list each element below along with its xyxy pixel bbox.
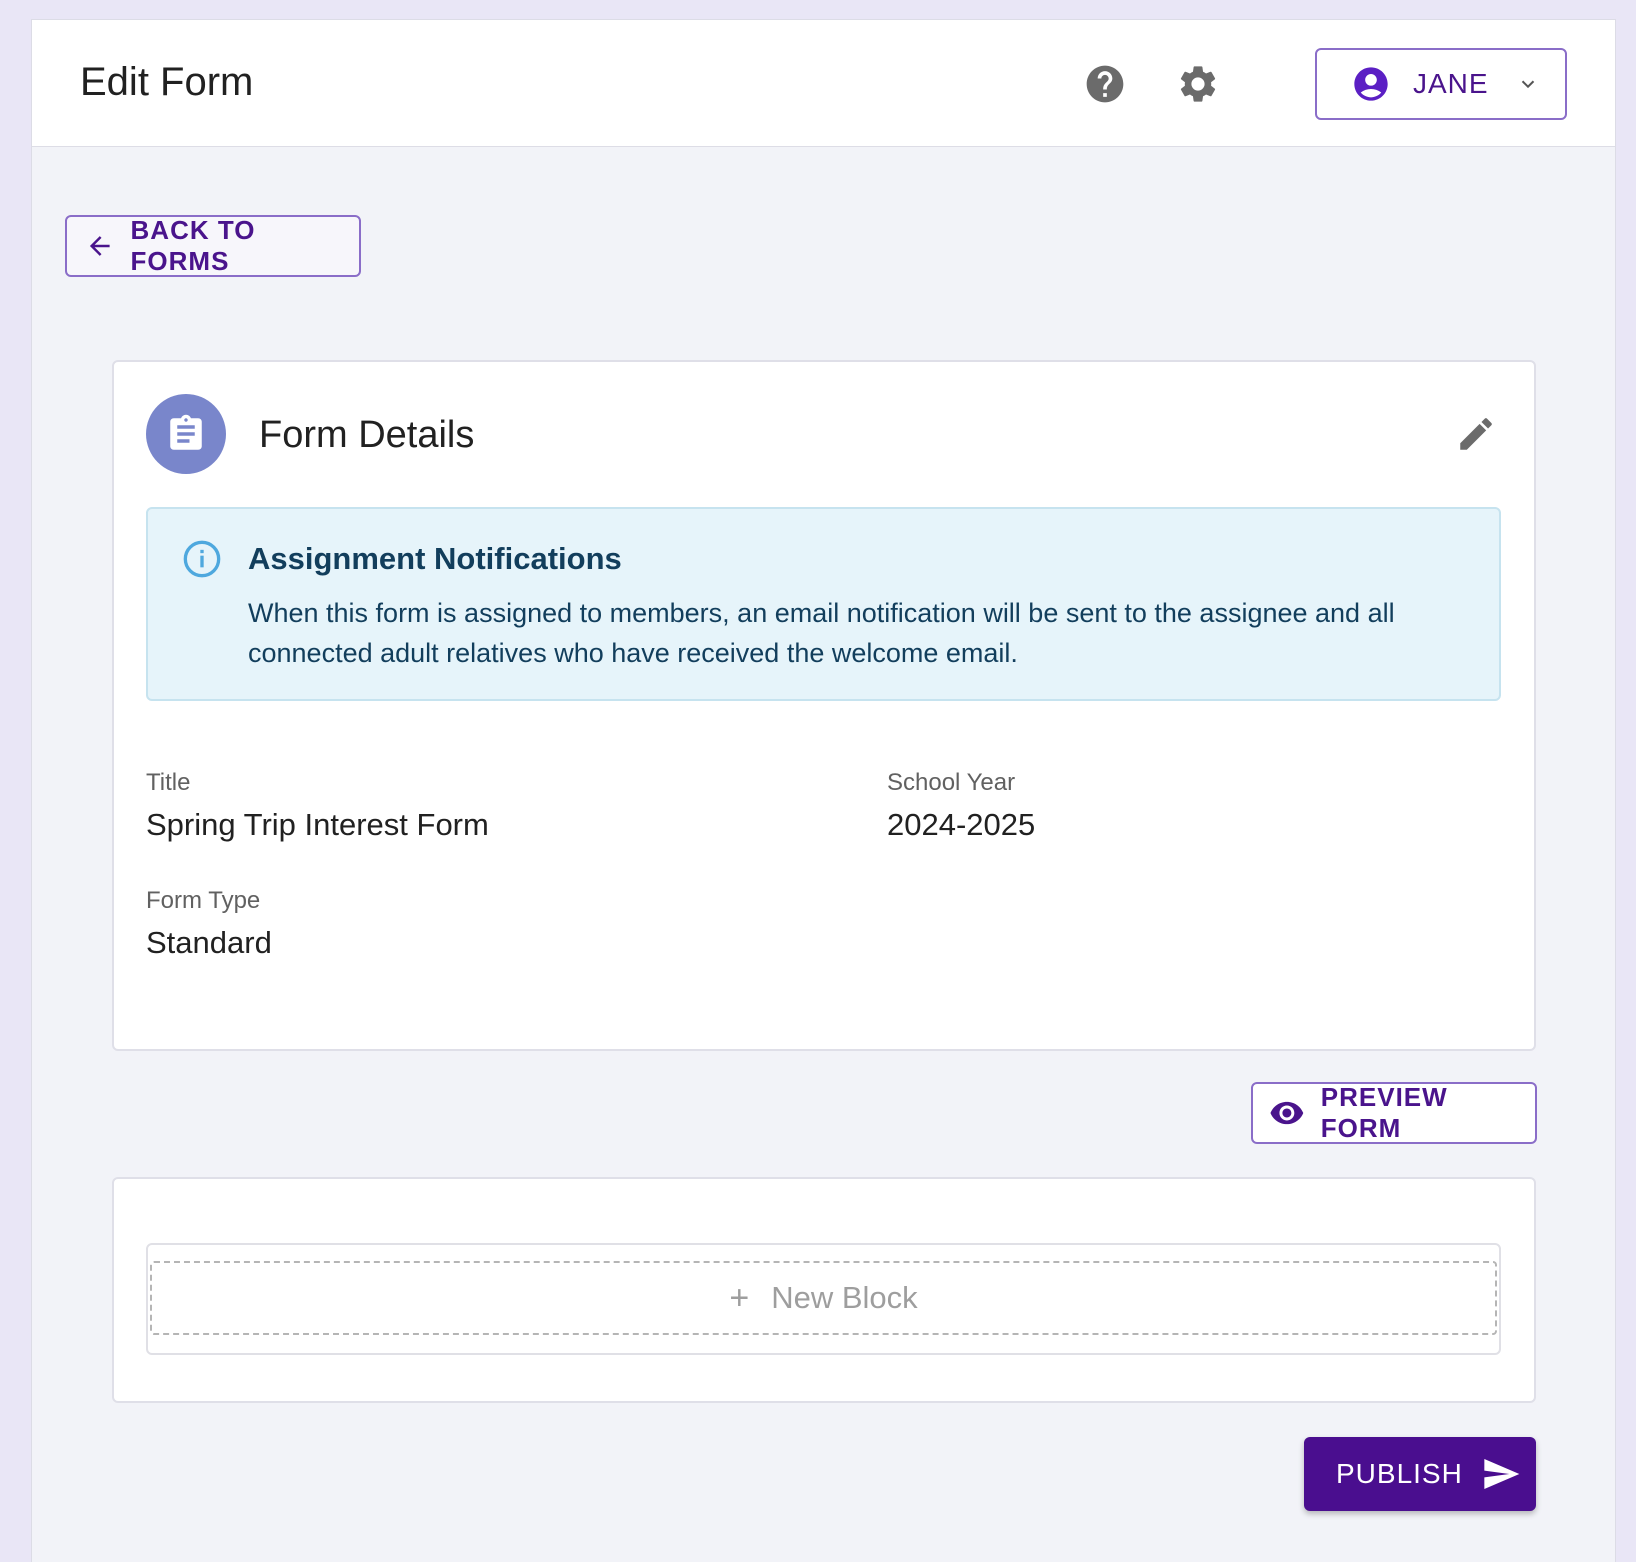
preview-form-button[interactable]: PREVIEW FORM — [1251, 1082, 1537, 1144]
plus-icon: + — [729, 1278, 750, 1317]
clipboard-icon — [146, 394, 226, 474]
form-details-card: Form Details Assignment Notifications Wh… — [112, 360, 1536, 1051]
pencil-icon[interactable] — [1454, 412, 1498, 456]
school-year-label: School Year — [887, 769, 1016, 796]
blocks-card: + New Block — [112, 1177, 1536, 1403]
send-icon — [1484, 1459, 1520, 1489]
title-label: Title — [146, 769, 191, 796]
form-type-label: Form Type — [146, 887, 261, 914]
account-circle-icon — [1354, 67, 1388, 101]
form-details-title: Form Details — [259, 414, 475, 456]
publish-button[interactable]: PUBLISH — [1304, 1437, 1536, 1511]
preview-form-label: PREVIEW FORM — [1320, 1082, 1448, 1143]
page-title: Edit Form — [80, 60, 254, 104]
assignment-notice: Assignment Notifications When this form … — [146, 507, 1501, 701]
user-menu-button[interactable]: JANE — [1315, 48, 1567, 120]
back-to-forms-label: BACK TO FORMS — [130, 215, 256, 276]
school-year-value: 2024-2025 — [887, 807, 1036, 842]
top-bar: Edit Form JANE — [32, 20, 1615, 147]
gear-icon[interactable] — [1176, 62, 1220, 106]
info-icon — [183, 540, 221, 578]
arrow-left-icon — [89, 236, 110, 256]
publish-label: PUBLISH — [1336, 1458, 1463, 1489]
app-window: Edit Form JANE BACK TO FORMS Form Detail… — [31, 19, 1616, 1562]
form-type-value: Standard — [146, 925, 272, 960]
new-block-button[interactable]: + New Block — [150, 1261, 1497, 1335]
chevron-down-icon — [1521, 80, 1534, 89]
user-name: JANE — [1413, 68, 1489, 99]
eye-icon — [1270, 1101, 1304, 1125]
new-block-container: + New Block — [146, 1243, 1501, 1355]
notice-title: Assignment Notifications — [248, 541, 622, 576]
new-block-label: New Block — [771, 1280, 918, 1315]
title-value: Spring Trip Interest Form — [146, 807, 489, 842]
help-icon[interactable] — [1083, 62, 1127, 106]
back-to-forms-button[interactable]: BACK TO FORMS — [65, 215, 361, 277]
notice-body: When this form is assigned to members, a… — [248, 598, 1395, 668]
